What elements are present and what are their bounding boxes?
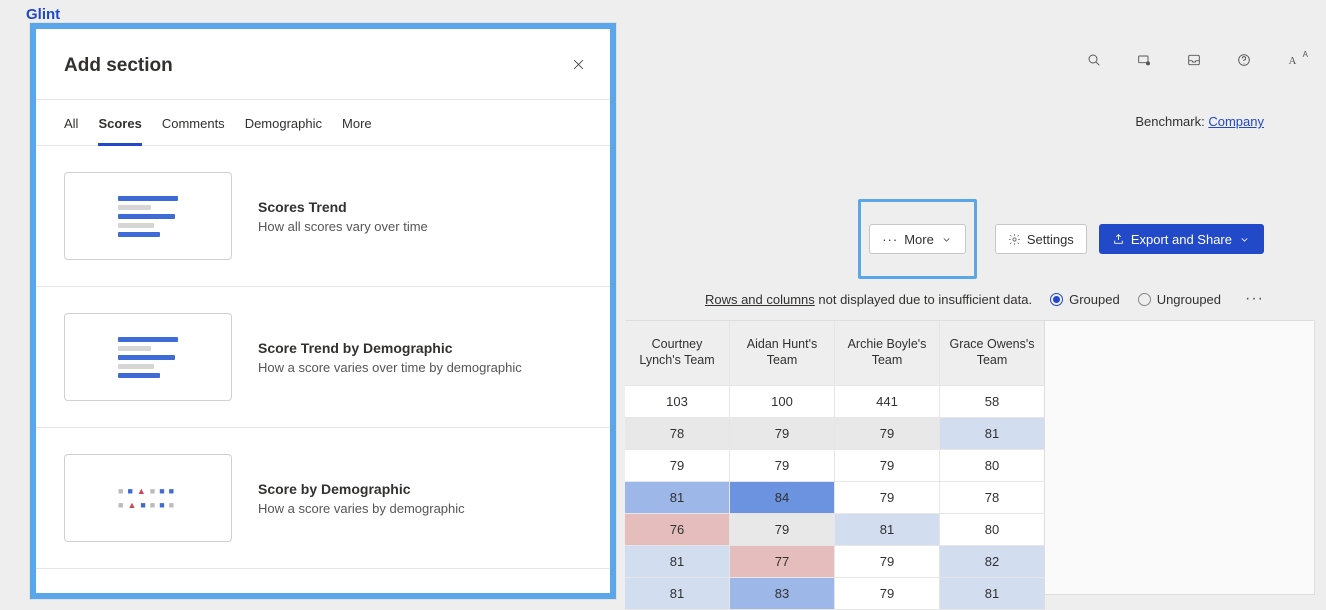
option-desc: How a score varies over time by demograp… xyxy=(258,360,522,375)
option-title: Score by Demographic xyxy=(258,481,465,497)
option-title: Scores Trend xyxy=(258,199,428,215)
chevron-down-icon xyxy=(940,233,953,246)
device-icon[interactable] xyxy=(1136,52,1152,71)
heatmap-cell[interactable]: 441 xyxy=(835,386,940,418)
section-option[interactable]: Score Trend by Demographic How a score va… xyxy=(36,287,610,428)
settings-button[interactable]: Settings xyxy=(995,224,1087,254)
search-icon[interactable] xyxy=(1086,52,1102,71)
svg-text:A: A xyxy=(1289,56,1297,67)
thumbnail: ■■▲■■■■▲■■■■ xyxy=(64,454,232,542)
heatmap-cell[interactable]: 78 xyxy=(940,482,1045,514)
heatmap-cell[interactable]: 80 xyxy=(940,450,1045,482)
heatmap-cell[interactable]: 82 xyxy=(940,546,1045,578)
heatmap-cell[interactable]: 81 xyxy=(835,514,940,546)
thumbnail xyxy=(64,313,232,401)
inbox-icon[interactable] xyxy=(1186,52,1202,71)
benchmark-link[interactable]: Company xyxy=(1208,114,1264,129)
heatmap-cell[interactable]: 81 xyxy=(625,546,730,578)
tab-comments[interactable]: Comments xyxy=(162,110,225,145)
help-icon[interactable] xyxy=(1236,52,1252,71)
heatmap-cell[interactable]: 76 xyxy=(625,514,730,546)
heatmap-table: Courtney Lynch's TeamAidan Hunt's TeamAr… xyxy=(625,320,1045,610)
tab-all[interactable]: All xyxy=(64,110,78,145)
heatmap-cell[interactable]: 79 xyxy=(835,450,940,482)
heatmap-cell[interactable]: 81 xyxy=(625,482,730,514)
chevron-down-icon xyxy=(1238,233,1251,246)
more-button-highlight: ··· More xyxy=(858,199,977,279)
table-empty-panel xyxy=(1045,320,1315,595)
dialog-title: Add section xyxy=(64,55,173,77)
option-title: Score Trend by Demographic xyxy=(258,340,522,356)
heatmap-cell[interactable]: 78 xyxy=(625,418,730,450)
column-header: Grace Owens's Team xyxy=(940,321,1045,386)
heatmap-cell[interactable]: 81 xyxy=(940,418,1045,450)
rows-columns-link[interactable]: Rows and columns xyxy=(705,292,815,307)
heatmap-cell[interactable]: 79 xyxy=(835,482,940,514)
heatmap-cell[interactable]: 103 xyxy=(625,386,730,418)
close-icon[interactable] xyxy=(571,57,586,75)
heatmap-cell[interactable]: 79 xyxy=(625,450,730,482)
share-icon xyxy=(1112,233,1125,246)
info-text: Rows and columns not displayed due to in… xyxy=(705,292,1032,307)
heatmap-cell[interactable]: 100 xyxy=(730,386,835,418)
tab-demographic[interactable]: Demographic xyxy=(245,110,322,145)
column-header: Courtney Lynch's Team xyxy=(625,321,730,386)
heatmap-cell[interactable]: 79 xyxy=(835,418,940,450)
tab-scores[interactable]: Scores xyxy=(98,110,141,146)
option-desc: How a score varies by demographic xyxy=(258,501,465,516)
heatmap-cell[interactable]: 81 xyxy=(940,578,1045,610)
export-share-button[interactable]: Export and Share xyxy=(1099,224,1264,254)
heatmap-cell[interactable]: 58 xyxy=(940,386,1045,418)
option-desc: How all scores vary over time xyxy=(258,219,428,234)
heatmap-cell[interactable]: 79 xyxy=(730,450,835,482)
heatmap-cell[interactable]: 80 xyxy=(940,514,1045,546)
radio-grouped[interactable]: Grouped xyxy=(1050,292,1120,307)
add-section-dialog: Add section All Scores Comments Demographic… xyxy=(30,23,616,599)
overflow-menu-icon[interactable]: ··· xyxy=(1239,290,1270,308)
benchmark-label: Benchmark: Company xyxy=(1135,114,1264,129)
gear-icon xyxy=(1008,233,1021,246)
ellipsis-icon: ··· xyxy=(882,232,898,247)
more-button[interactable]: ··· More xyxy=(869,224,966,254)
radio-ungrouped[interactable]: Ungrouped xyxy=(1138,292,1221,307)
heatmap-cell[interactable]: 77 xyxy=(730,546,835,578)
heatmap-cell[interactable]: 84 xyxy=(730,482,835,514)
heatmap-cell[interactable]: 83 xyxy=(730,578,835,610)
heatmap-cell[interactable]: 79 xyxy=(835,578,940,610)
tab-more[interactable]: More xyxy=(342,110,372,145)
font-size-icon[interactable]: AA xyxy=(1286,52,1302,71)
heatmap-cell[interactable]: 79 xyxy=(730,418,835,450)
brand-label: Glint xyxy=(26,6,60,23)
heatmap-cell[interactable]: 79 xyxy=(730,514,835,546)
heatmap-cell[interactable]: 79 xyxy=(835,546,940,578)
section-option[interactable]: ■■▲■■■■▲■■■■ Score by Demographic How a sc… xyxy=(36,428,610,569)
column-header: Archie Boyle's Team xyxy=(835,321,940,386)
section-option[interactable]: Scores Trend How all scores vary over tim… xyxy=(36,146,610,287)
thumbnail xyxy=(64,172,232,260)
heatmap-cell[interactable]: 81 xyxy=(625,578,730,610)
column-header: Aidan Hunt's Team xyxy=(730,321,835,386)
